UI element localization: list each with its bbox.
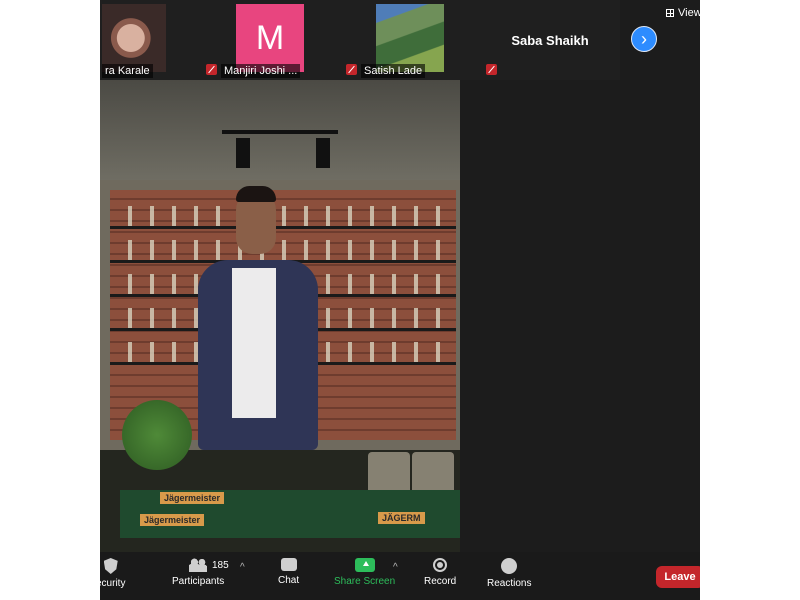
light-track bbox=[222, 130, 338, 134]
view-button[interactable]: View bbox=[666, 7, 700, 19]
active-speaker-video[interactable]: Jägermeister Jägermeister JÄGERM bbox=[100, 80, 460, 552]
reactions-button[interactable]: Reactions bbox=[487, 558, 531, 589]
spotlight bbox=[316, 138, 330, 168]
share-options-caret[interactable]: ^ bbox=[393, 562, 398, 573]
record-label: Record bbox=[424, 576, 457, 587]
participants-count: 185 bbox=[212, 560, 229, 571]
chat-label: Chat bbox=[278, 575, 300, 586]
reactions-label: Reactions bbox=[487, 578, 532, 589]
participant-tile-2[interactable]: M Manjiri Joshi ... bbox=[200, 0, 340, 80]
presenter-hair bbox=[236, 186, 276, 202]
mic-muted-icon bbox=[486, 64, 497, 75]
share-screen-button[interactable]: Share Screen bbox=[334, 558, 395, 587]
participant-strip: ra Karale M Manjiri Joshi ... Satish Lad… bbox=[100, 0, 620, 80]
avatar: M bbox=[236, 4, 304, 72]
record-button[interactable]: Record bbox=[424, 558, 456, 587]
mat-logo-text: Jägermeister bbox=[160, 492, 225, 504]
participant-label: Satish Lade bbox=[346, 64, 426, 78]
spotlight bbox=[236, 138, 250, 168]
participant-name: Manjiri Joshi ... bbox=[221, 64, 301, 78]
chat-button[interactable]: Chat bbox=[278, 558, 299, 586]
emoji-icon bbox=[501, 558, 518, 574]
participant-label: ra Karale bbox=[102, 64, 153, 78]
mic-muted-icon bbox=[206, 64, 217, 75]
mat-logo-text: JÄGERM bbox=[378, 512, 425, 524]
zoom-meeting-window: ra Karale M Manjiri Joshi ... Satish Lad… bbox=[100, 0, 700, 600]
security-label: ecurity bbox=[100, 578, 126, 589]
bottles-row bbox=[120, 240, 446, 260]
participant-name: Satish Lade bbox=[361, 64, 426, 78]
chevron-right-icon: › bbox=[641, 29, 647, 49]
participant-name: Saba Shaikh bbox=[511, 32, 589, 48]
share-screen-icon bbox=[354, 558, 375, 572]
participant-label: Manjiri Joshi ... bbox=[206, 64, 301, 78]
participants-icon bbox=[189, 558, 208, 572]
participant-label bbox=[486, 64, 501, 77]
participants-options-caret[interactable]: ^ bbox=[240, 562, 245, 573]
mat-logo-text: Jägermeister bbox=[140, 514, 205, 526]
share-screen-label: Share Screen bbox=[334, 576, 396, 587]
leave-button[interactable]: Leave bbox=[656, 566, 700, 588]
participant-tile-3[interactable]: Satish Lade bbox=[340, 0, 480, 80]
view-label: View bbox=[678, 7, 700, 19]
meeting-toolbar: ecurity Participants 185 ^ Chat Share Sc… bbox=[100, 552, 700, 600]
shield-icon bbox=[103, 558, 118, 574]
participant-tile-1[interactable]: ra Karale bbox=[100, 0, 200, 80]
grid-view-icon bbox=[666, 9, 674, 17]
presenter-shirt bbox=[232, 268, 276, 418]
next-page-button[interactable]: › bbox=[631, 26, 657, 52]
security-button[interactable]: ecurity bbox=[100, 558, 125, 589]
participant-name: ra Karale bbox=[102, 64, 153, 78]
chat-icon bbox=[280, 558, 297, 571]
bar-shelf bbox=[110, 226, 456, 229]
mic-muted-icon bbox=[346, 64, 357, 75]
participants-label: Participants bbox=[172, 576, 225, 587]
participant-photo bbox=[102, 4, 166, 72]
bottles-row bbox=[120, 206, 446, 226]
participant-photo bbox=[376, 4, 444, 72]
participant-tile-4[interactable]: Saba Shaikh bbox=[480, 0, 620, 80]
record-icon bbox=[433, 558, 448, 572]
potted-plant bbox=[122, 400, 192, 470]
